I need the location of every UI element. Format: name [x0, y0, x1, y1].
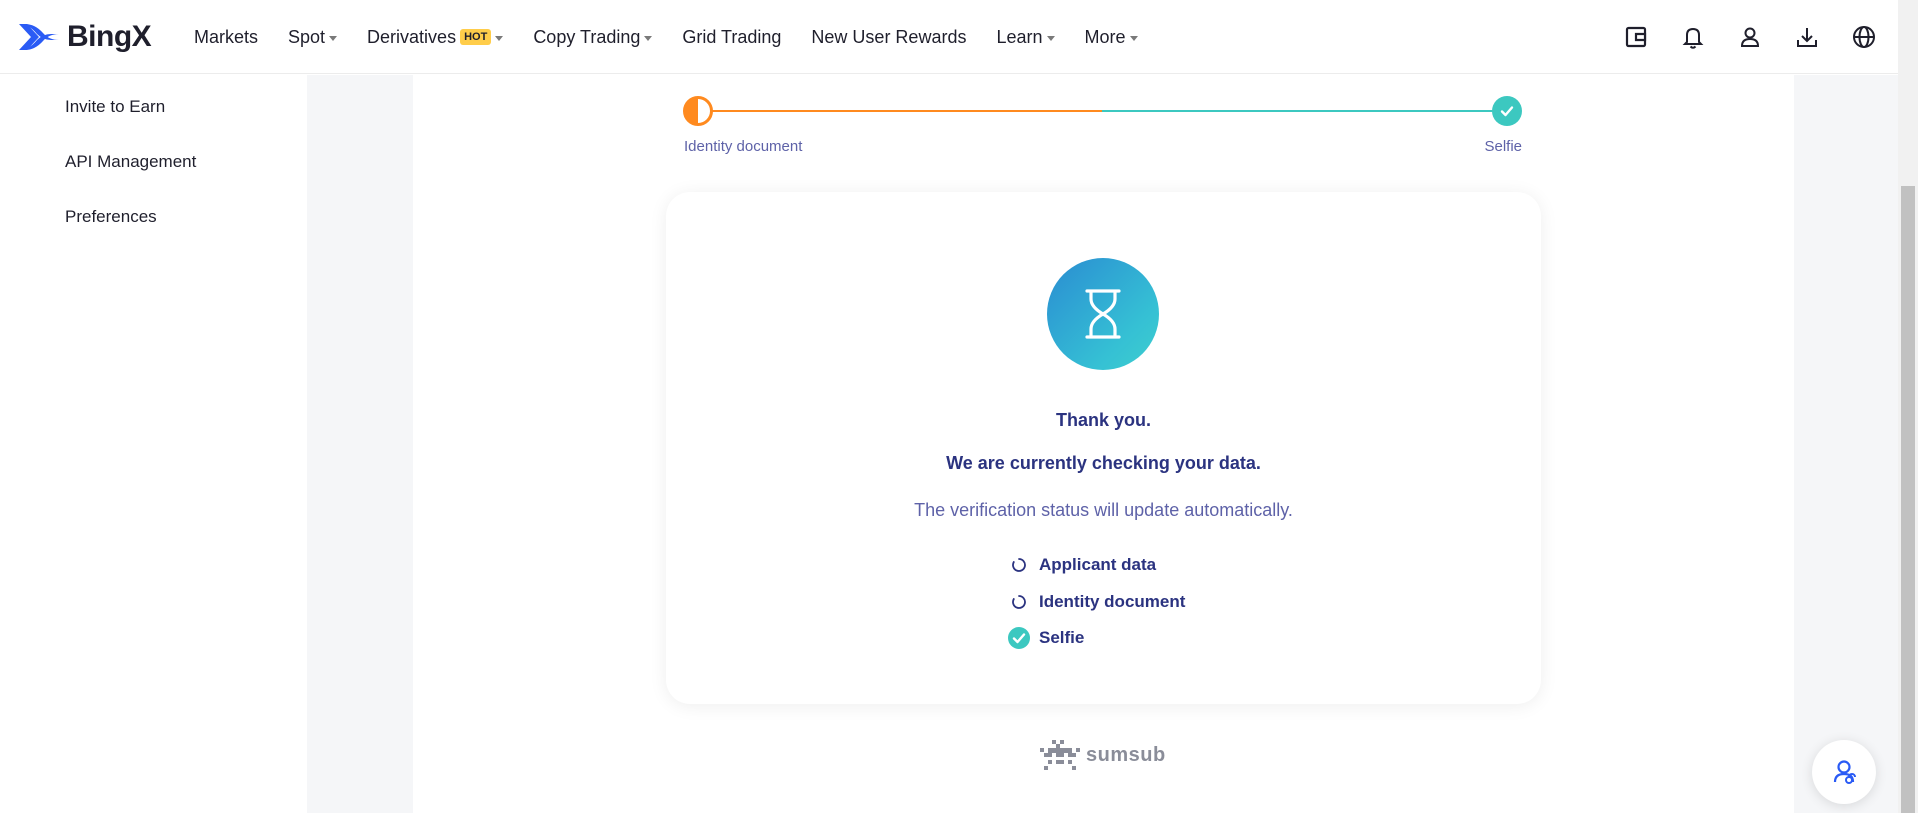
caret-down-icon	[644, 35, 653, 41]
nav-label: Copy Trading	[533, 26, 641, 47]
content-gutter-right	[1794, 75, 1898, 813]
wallet-icon[interactable]	[1622, 23, 1650, 51]
nav-copy-trading[interactable]: Copy Trading	[533, 26, 653, 48]
page-scrollbar-thumb[interactable]	[1901, 186, 1915, 813]
sumsub-branding: sumsub	[1040, 740, 1166, 770]
download-icon[interactable]	[1793, 23, 1821, 51]
status-label: Selfie	[1039, 628, 1085, 647]
step-indicator-identity-document	[683, 96, 713, 126]
progress-line-active	[712, 110, 1102, 112]
loading-spinner-icon	[1008, 591, 1030, 613]
nav-label: Markets	[194, 26, 259, 47]
main-nav: Markets Spot Derivatives HOT Copy Trading…	[194, 0, 1168, 74]
hourglass-badge	[1047, 258, 1159, 370]
nav-label: More	[1084, 26, 1126, 47]
nav-markets[interactable]: Markets	[194, 27, 258, 48]
sidebar-item-preferences[interactable]: Preferences	[65, 207, 157, 227]
loading-spinner-icon	[1008, 554, 1030, 576]
nav-label: Derivatives	[367, 26, 457, 47]
nav-label: Grid Trading	[682, 26, 782, 47]
caret-down-icon	[1046, 35, 1055, 41]
caret-down-icon	[329, 35, 338, 41]
caret-down-icon	[495, 35, 504, 41]
status-label: Identity document	[1039, 592, 1186, 611]
globe-icon[interactable]	[1850, 23, 1878, 51]
sumsub-text: sumsub	[1086, 743, 1166, 766]
status-row-applicant-data: Applicant data	[1008, 554, 1156, 576]
step-label-identity-document: Identity document	[684, 138, 803, 155]
status-label: Applicant data	[1039, 555, 1157, 574]
header-icons	[1593, 0, 1878, 74]
status-update-note: The verification status will update auto…	[914, 500, 1293, 520]
nav-derivatives[interactable]: Derivatives HOT	[367, 26, 504, 48]
nav-spot[interactable]: Spot	[288, 26, 338, 48]
hot-badge: HOT	[460, 29, 492, 45]
nav-more[interactable]: More	[1085, 27, 1138, 48]
step-label-selfie: Selfie	[1484, 138, 1522, 155]
nav-label: New User Rewards	[811, 26, 967, 47]
nav-new-user-rewards[interactable]: New User Rewards	[811, 27, 966, 48]
status-row-identity-document: Identity document	[1008, 591, 1185, 613]
bingx-logo-icon	[19, 24, 59, 50]
content-gutter-left	[307, 75, 413, 813]
logo-text: BingX	[67, 20, 152, 53]
top-header: BingX Markets Spot Derivatives HOT Copy T…	[0, 0, 1898, 74]
sidebar-item-api-management[interactable]: API Management	[65, 152, 196, 172]
bingx-logo[interactable]: BingX	[17, 18, 152, 56]
hourglass-icon	[1085, 289, 1121, 339]
account-sidebar: Invite to Earn API Management Preference…	[0, 75, 307, 813]
step-indicator-selfie	[1492, 96, 1522, 126]
check-icon	[1500, 106, 1514, 117]
nav-grid-trading[interactable]: Grid Trading	[682, 27, 781, 48]
caret-down-icon	[1129, 35, 1138, 41]
progress-line-complete	[1102, 110, 1506, 112]
bell-icon[interactable]	[1679, 23, 1707, 51]
support-agent-icon	[1833, 760, 1856, 784]
sumsub-logo-icon	[1040, 740, 1080, 770]
nav-learn[interactable]: Learn	[996, 26, 1055, 48]
nav-label: Spot	[288, 26, 326, 47]
user-icon[interactable]	[1736, 23, 1764, 51]
check-circle-icon	[1008, 627, 1030, 649]
nav-label: Learn	[996, 26, 1043, 47]
support-chat-button[interactable]	[1812, 740, 1876, 804]
thank-you-heading: Thank you.	[1055, 410, 1151, 430]
status-row-selfie: Selfie	[1008, 627, 1084, 649]
checking-data-heading: We are currently checking your data.	[946, 453, 1261, 473]
sidebar-item-invite-to-earn[interactable]: Invite to Earn	[65, 97, 165, 117]
